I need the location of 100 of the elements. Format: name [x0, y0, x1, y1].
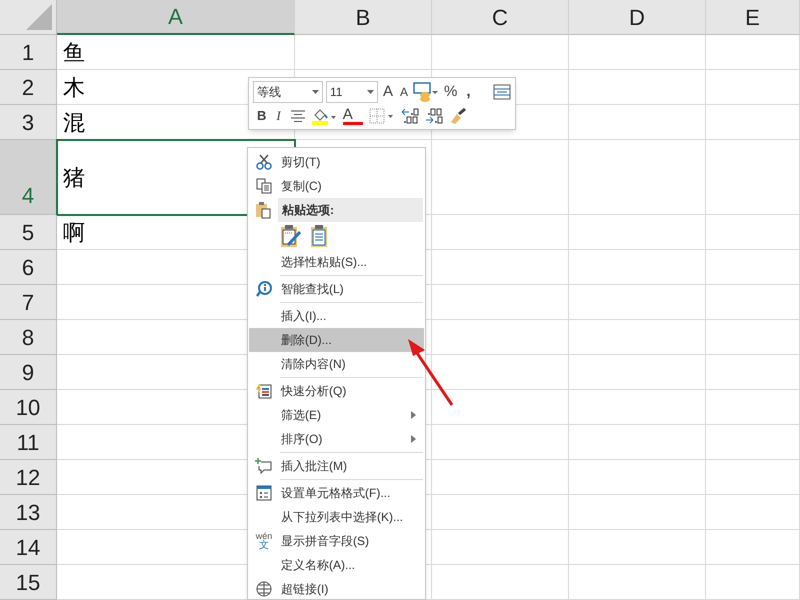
row-header[interactable]: 8 [0, 320, 57, 355]
font-dropdown[interactable]: 等线 [253, 81, 323, 103]
menu-item[interactable]: 清除内容(N) [279, 352, 424, 376]
column-header[interactable]: A [57, 0, 295, 35]
menu-row[interactable]: 筛选(E) [249, 403, 424, 427]
column-header[interactable]: C [432, 0, 569, 35]
grid-cell[interactable] [432, 565, 569, 600]
grid-cell[interactable] [706, 105, 800, 140]
grid-cell[interactable] [569, 105, 706, 140]
cell-styles-icon[interactable] [413, 82, 440, 102]
column-header[interactable]: D [569, 0, 706, 35]
borders-icon[interactable] [493, 84, 511, 100]
grid-cell[interactable] [706, 355, 800, 390]
menu-item[interactable]: 筛选(E) [279, 403, 424, 427]
menu-item[interactable]: 选择性粘贴(S)... [279, 250, 424, 274]
row-header[interactable]: 14 [0, 530, 57, 565]
grid-cell[interactable] [706, 495, 800, 530]
bold-button[interactable]: B [257, 106, 266, 126]
percent-button[interactable]: % [442, 80, 460, 104]
menu-row[interactable]: 快速分析(Q) [249, 379, 424, 403]
grid-cell[interactable] [569, 250, 706, 285]
fill-color-icon[interactable] [310, 107, 337, 125]
grid-cell[interactable] [706, 70, 800, 105]
grid-cell[interactable] [706, 35, 800, 70]
grid-cell[interactable] [706, 460, 800, 495]
grid-cell[interactable] [432, 460, 569, 495]
menu-item[interactable]: 设置单元格格式(F)... [279, 481, 424, 505]
grid-cell[interactable] [706, 215, 800, 250]
grid-cell[interactable] [569, 425, 706, 460]
grid-cell[interactable] [706, 530, 800, 565]
menu-row[interactable]: 超链接(I) [249, 577, 424, 599]
menu-row[interactable]: 插入(I)... [249, 304, 424, 328]
grid-cell[interactable] [706, 425, 800, 460]
grid-cell[interactable] [432, 390, 569, 425]
grid-cell[interactable] [569, 355, 706, 390]
borders-dropdown-icon[interactable] [368, 108, 395, 124]
grow-font-button[interactable]: A [381, 80, 396, 104]
grid-cell[interactable] [569, 460, 706, 495]
grid-cell[interactable] [569, 530, 706, 565]
row-header[interactable]: 13 [0, 495, 57, 530]
grid-cell[interactable] [432, 140, 569, 215]
row-header[interactable]: 10 [0, 390, 57, 425]
grid-cell[interactable]: 鱼 [57, 35, 295, 70]
menu-row[interactable]: 定义名称(A)... [249, 553, 424, 577]
row-header[interactable]: 6 [0, 250, 57, 285]
row-header[interactable]: 1 [0, 35, 57, 70]
align-center-icon[interactable] [290, 110, 305, 122]
menu-row[interactable]: 排序(O) [249, 427, 424, 451]
row-header[interactable]: 3 [0, 105, 57, 140]
menu-row[interactable]: 插入批注(M) [249, 454, 424, 478]
column-header[interactable]: B [295, 0, 432, 35]
grid-cell[interactable] [569, 285, 706, 320]
grid-cell[interactable] [706, 285, 800, 320]
font-size-dropdown[interactable]: 11 [326, 81, 378, 103]
grid-cell[interactable] [706, 140, 800, 215]
increase-decimal-icon[interactable] [400, 108, 419, 124]
grid-cell[interactable] [569, 70, 706, 105]
row-header[interactable]: 4 [0, 140, 57, 215]
grid-cell[interactable] [569, 35, 706, 70]
menu-row[interactable]: 设置单元格格式(F)... [249, 481, 424, 505]
menu-row[interactable]: 选择性粘贴(S)... [249, 250, 424, 274]
shrink-font-button[interactable]: A [398, 83, 410, 101]
menu-row[interactable]: 从下拉列表中选择(K)... [249, 505, 424, 529]
grid-cell[interactable] [706, 390, 800, 425]
grid-cell[interactable] [432, 530, 569, 565]
grid-cell[interactable] [432, 320, 569, 355]
grid-cell[interactable] [295, 35, 432, 70]
grid-cell[interactable] [569, 390, 706, 425]
grid-cell[interactable] [706, 250, 800, 285]
decrease-decimal-icon[interactable] [424, 108, 443, 124]
menu-item[interactable]: 排序(O) [279, 427, 424, 451]
menu-item[interactable]: 从下拉列表中选择(K)... [279, 505, 424, 529]
row-header[interactable]: 9 [0, 355, 57, 390]
row-header[interactable]: 15 [0, 565, 57, 600]
menu-item[interactable]: 插入(I)... [279, 304, 424, 328]
menu-item[interactable]: 插入批注(M) [279, 454, 424, 478]
menu-row[interactable]: 智能查找(L) [249, 277, 424, 301]
grid-cell[interactable] [432, 215, 569, 250]
grid-cell[interactable] [569, 215, 706, 250]
format-painter-icon[interactable] [448, 108, 467, 124]
menu-row[interactable]: 清除内容(N) [249, 352, 424, 376]
paste-values-icon[interactable] [310, 224, 328, 248]
select-all-corner[interactable] [0, 0, 57, 35]
row-header[interactable]: 11 [0, 425, 57, 460]
grid-cell[interactable] [706, 320, 800, 355]
row-header[interactable]: 7 [0, 285, 57, 320]
grid-cell[interactable] [432, 425, 569, 460]
comma-button[interactable]: , [462, 80, 475, 104]
grid-cell[interactable] [569, 565, 706, 600]
menu-item[interactable]: 删除(D)... [279, 328, 424, 352]
font-color-button[interactable]: A [342, 107, 363, 125]
menu-item[interactable]: 定义名称(A)... [279, 553, 424, 577]
grid-cell[interactable] [432, 495, 569, 530]
grid-cell[interactable] [432, 250, 569, 285]
grid-cell[interactable] [569, 320, 706, 355]
menu-item[interactable]: 快速分析(Q) [279, 379, 424, 403]
row-header[interactable]: 5 [0, 215, 57, 250]
italic-button[interactable]: I [272, 106, 285, 126]
grid-cell[interactable] [569, 140, 706, 215]
menu-row[interactable]: 删除(D)... [249, 328, 424, 352]
